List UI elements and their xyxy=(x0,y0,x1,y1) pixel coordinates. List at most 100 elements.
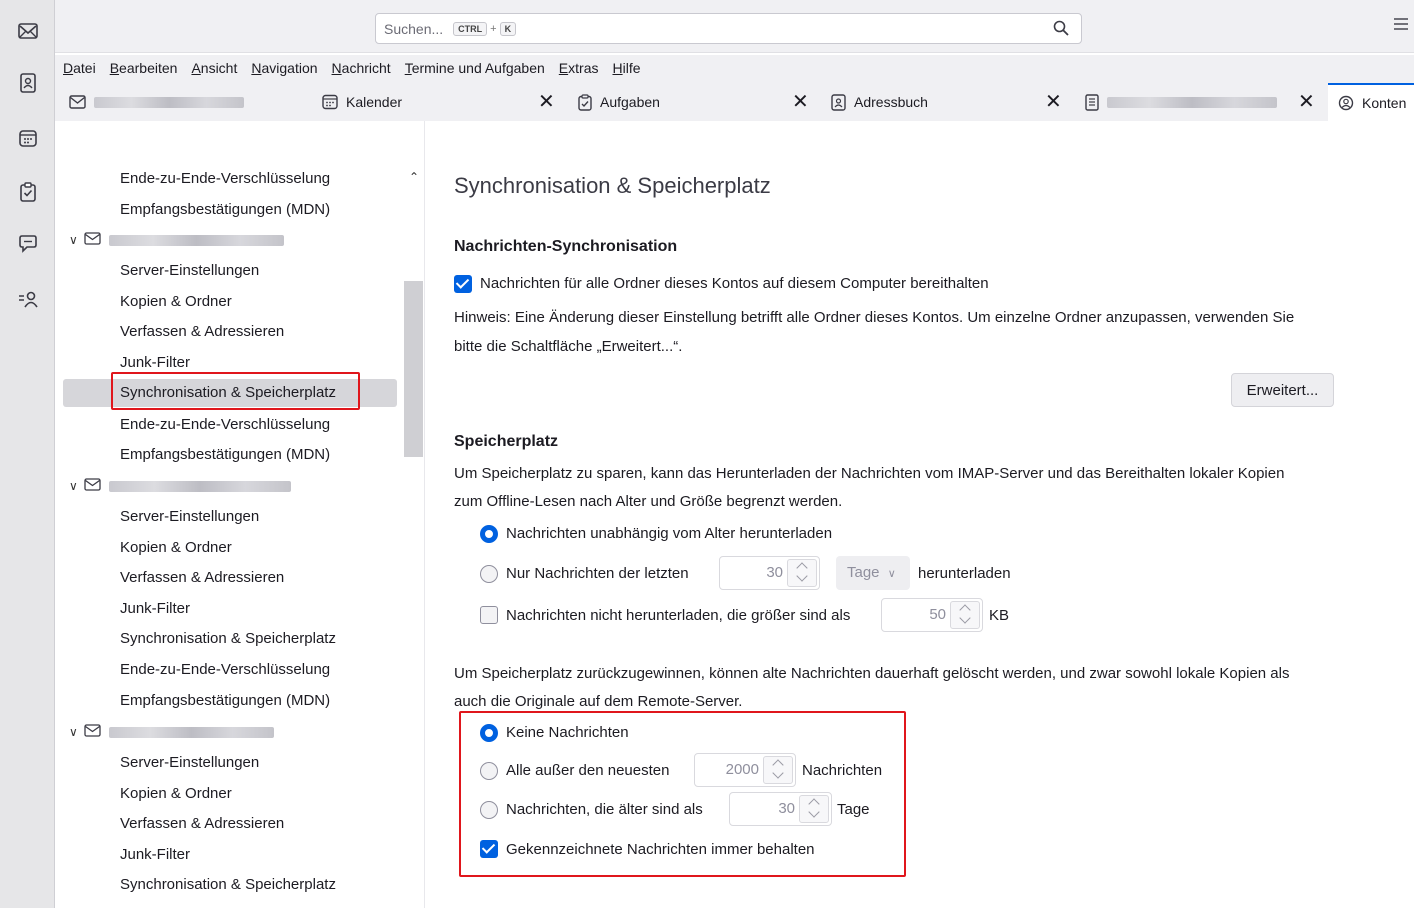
tree-item-junk[interactable]: Junk-Filter xyxy=(120,595,190,623)
download-days-stepper[interactable]: 30 xyxy=(719,556,820,590)
search-icon[interactable] xyxy=(1053,20,1069,39)
tab-message[interactable]: ✕ xyxy=(1085,83,1325,121)
tree-item-sync[interactable]: Synchronisation & Speicherplatz xyxy=(120,625,336,653)
calendar-space-icon[interactable] xyxy=(15,125,41,151)
tree-item-mdn[interactable]: Empfangsbestätigungen (MDN) xyxy=(120,687,330,715)
tab-tasks[interactable]: Aufgaben ✕ xyxy=(578,83,814,121)
account-row[interactable]: ∨ xyxy=(69,718,274,746)
account-name-redacted xyxy=(108,480,291,492)
tab-addressbook[interactable]: Adressbuch ✕ xyxy=(831,83,1067,121)
keep-local-checkbox[interactable] xyxy=(454,275,472,293)
chevron-down-icon[interactable]: ∨ xyxy=(69,725,78,739)
tab-mail[interactable] xyxy=(69,83,309,121)
close-icon[interactable]: ✕ xyxy=(538,89,555,114)
chevron-down-icon[interactable]: ∨ xyxy=(69,479,78,493)
menu-datei[interactable]: Datei xyxy=(63,60,96,76)
tab-calendar[interactable]: Kalender ✕ xyxy=(322,83,558,121)
spaces-toolbar xyxy=(0,0,55,908)
message-tab-icon xyxy=(1085,93,1099,111)
menu-bearbeiten[interactable]: Bearbeiten xyxy=(110,60,178,76)
tree-item-copies[interactable]: Kopien & Ordner xyxy=(120,534,232,562)
calendar-tab-icon xyxy=(322,94,338,110)
storage-heading: Speicherplatz xyxy=(454,433,559,450)
tab-account-settings-label: Konten xyxy=(1362,95,1407,111)
tab-calendar-label: Kalender xyxy=(346,94,403,110)
download-unit-value: Tage xyxy=(847,564,880,581)
account-icon xyxy=(84,477,101,495)
highlight-frame-selected-item xyxy=(111,372,360,410)
size-limit-unit: KB xyxy=(989,607,1010,624)
size-limit-stepper[interactable]: 50 xyxy=(881,598,983,632)
advanced-button[interactable]: Erweitert... xyxy=(1231,373,1334,407)
account-name-redacted xyxy=(108,726,274,738)
account-settings-tab-icon xyxy=(1338,95,1354,111)
tab-bar: Kalender ✕ Aufgaben ✕ Adressbuch ✕ ✕ Kon… xyxy=(55,81,1414,121)
tree-item-server[interactable]: Server-Einstellungen xyxy=(120,257,259,285)
limit-size-label: Nachrichten nicht herunterladen, die grö… xyxy=(506,607,851,624)
download-unit-select[interactable]: Tage ∨ xyxy=(836,556,910,590)
app-menu-icon[interactable] xyxy=(1394,17,1408,34)
addressbook-space-icon[interactable] xyxy=(15,70,41,96)
stepper-arrows-icon[interactable] xyxy=(787,559,817,587)
tree-item-server[interactable]: Server-Einstellungen xyxy=(120,503,259,531)
purge-desc-line-2: auch die Originale auf dem Remote-Server… xyxy=(454,693,743,710)
menubar: Datei Bearbeiten Ansicht Navigation Nach… xyxy=(55,55,1414,81)
menu-navigation[interactable]: Navigation xyxy=(251,60,317,76)
tree-item-e2ee[interactable]: Ende-zu-Ende-Verschlüsselung xyxy=(120,656,330,684)
chat-space-icon[interactable] xyxy=(15,231,41,257)
account-row[interactable]: ∨ xyxy=(69,226,284,254)
close-icon[interactable]: ✕ xyxy=(1045,89,1062,114)
tree-item-composition[interactable]: Verfassen & Adressieren xyxy=(120,564,284,592)
download-days-value: 30 xyxy=(766,564,783,581)
tree-item-composition[interactable]: Verfassen & Adressieren xyxy=(120,810,284,838)
account-tree: ⌃ Ende-zu-Ende-Verschlüsselung Empfangsb… xyxy=(55,121,425,908)
chevron-down-icon[interactable]: ∨ xyxy=(69,233,78,247)
download-recent-radio[interactable] xyxy=(480,565,498,583)
tasks-space-icon[interactable] xyxy=(15,179,41,205)
menu-nachricht[interactable]: Nachricht xyxy=(332,60,391,76)
scrollbar-thumb[interactable] xyxy=(404,281,423,457)
tree-item-e2ee[interactable]: Ende-zu-Ende-Verschlüsselung xyxy=(120,411,330,439)
storage-desc-line-1: Um Speicherplatz zu sparen, kann das Her… xyxy=(454,465,1285,482)
hint-text-line-2: bitte die Schaltfläche „Erweitert...“. xyxy=(454,338,683,355)
tree-item-mdn[interactable]: Empfangsbestätigungen (MDN) xyxy=(120,441,330,469)
mail-space-icon[interactable] xyxy=(15,18,41,44)
size-limit-value: 50 xyxy=(929,606,946,623)
shortcut-plus: + xyxy=(490,22,497,35)
menu-extras[interactable]: Extras xyxy=(559,60,599,76)
search-placeholder: Suchen... xyxy=(384,20,444,37)
mail-tab-icon xyxy=(69,95,86,109)
menu-termine[interactable]: Termine und Aufgaben xyxy=(405,60,545,76)
tasks-tab-icon xyxy=(578,93,592,111)
tree-item-copies[interactable]: Kopien & Ordner xyxy=(120,288,232,316)
tab-account-settings[interactable]: Konten xyxy=(1328,83,1414,121)
unified-toolbar: Suchen... CTRL + K xyxy=(55,0,1414,53)
accounts-list-icon[interactable] xyxy=(15,286,41,312)
download-recent-suffix: herunterladen xyxy=(918,565,1011,582)
tree-item-copies[interactable]: Kopien & Ordner xyxy=(120,780,232,808)
stepper-arrows-icon[interactable] xyxy=(950,601,980,629)
tree-item-composition[interactable]: Verfassen & Adressieren xyxy=(120,318,284,346)
shortcut-k-key: K xyxy=(499,21,517,36)
page-title: Synchronisation & Speicherplatz xyxy=(454,173,771,198)
scroll-up-icon[interactable]: ⌃ xyxy=(409,170,419,184)
tree-item-server[interactable]: Server-Einstellungen xyxy=(120,749,259,777)
limit-size-checkbox[interactable] xyxy=(480,606,498,624)
account-row[interactable]: ∨ xyxy=(69,472,291,500)
shortcut-ctrl-key: CTRL xyxy=(453,21,488,36)
tree-item-e2ee[interactable]: Ende-zu-Ende-Verschlüsselung xyxy=(120,165,330,193)
close-icon[interactable]: ✕ xyxy=(792,89,809,114)
menu-hilfe[interactable]: Hilfe xyxy=(612,60,640,76)
search-input[interactable]: Suchen... CTRL + K xyxy=(375,13,1082,44)
download-all-label: Nachrichten unabhängig vom Alter herunte… xyxy=(506,525,833,542)
tab-mail-title-redacted xyxy=(94,96,244,108)
keep-local-label: Nachrichten für alle Ordner dieses Konto… xyxy=(480,275,989,292)
tab-message-title-redacted xyxy=(1107,96,1277,108)
tree-item-mdn[interactable]: Empfangsbestätigungen (MDN) xyxy=(120,196,330,224)
sync-heading: Nachrichten-Synchronisation xyxy=(454,238,678,255)
close-icon[interactable]: ✕ xyxy=(1298,89,1315,114)
menu-ansicht[interactable]: Ansicht xyxy=(191,60,237,76)
tree-item-junk[interactable]: Junk-Filter xyxy=(120,841,190,869)
tree-item-sync[interactable]: Synchronisation & Speicherplatz xyxy=(120,871,336,899)
download-all-radio[interactable] xyxy=(480,525,498,543)
